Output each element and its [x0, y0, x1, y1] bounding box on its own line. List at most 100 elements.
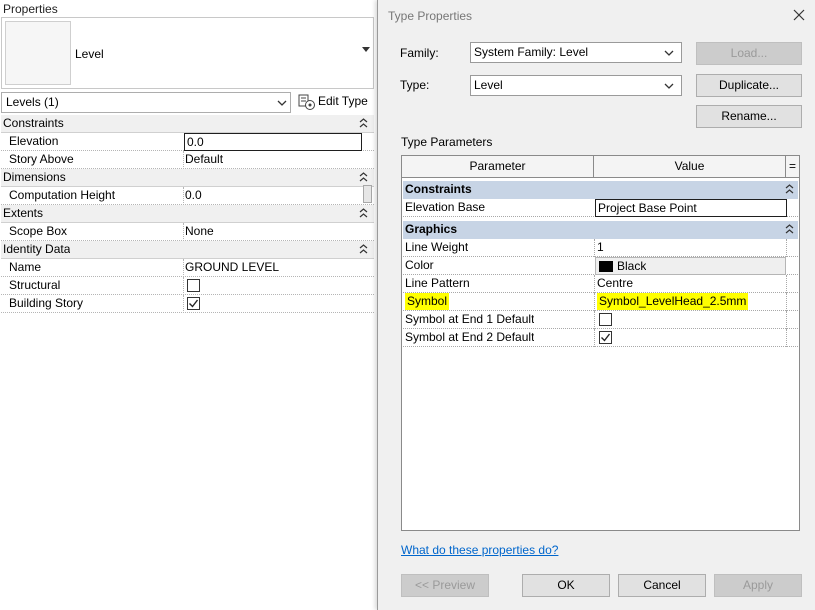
- collapse-icon[interactable]: [785, 223, 794, 235]
- parameter-value-highlighted: Symbol_LevelHead_2.5mm: [597, 293, 749, 310]
- grid-row-symbol[interactable]: Symbol Symbol_LevelHead_2.5mm: [403, 293, 798, 311]
- cancel-button[interactable]: Cancel: [618, 574, 706, 597]
- instance-filter-dropdown[interactable]: Levels (1): [1, 92, 291, 113]
- collapse-icon[interactable]: [359, 207, 368, 219]
- collapse-icon[interactable]: [359, 243, 368, 255]
- elevation-value: 0.0: [187, 135, 204, 149]
- grid-group-graphics[interactable]: Graphics: [403, 221, 798, 239]
- grid-header: Parameter Value =: [402, 156, 799, 178]
- column-divider: [786, 293, 787, 311]
- collapse-icon[interactable]: [359, 117, 368, 129]
- property-row-story-above[interactable]: Story Above Default: [1, 151, 374, 169]
- property-name: Computation Height: [9, 188, 116, 202]
- color-picker-button[interactable]: Black: [595, 257, 786, 275]
- parameter-name: Color: [405, 258, 434, 272]
- column-divider: [183, 187, 184, 205]
- group-label: Constraints: [3, 116, 64, 130]
- group-extents[interactable]: Extents: [1, 205, 374, 223]
- checkmark-icon: [189, 299, 199, 308]
- group-constraints[interactable]: Constraints: [1, 115, 374, 133]
- collapse-icon[interactable]: [359, 171, 368, 183]
- parameter-value: Project Base Point: [598, 201, 697, 215]
- group-label: Constraints: [405, 182, 472, 196]
- column-header-value[interactable]: Value: [594, 156, 786, 177]
- property-row-scope-box[interactable]: Scope Box None: [1, 223, 374, 241]
- duplicate-button[interactable]: Duplicate...: [696, 74, 802, 97]
- column-divider: [594, 311, 595, 329]
- parameter-name-highlighted: Symbol: [405, 293, 450, 310]
- type-parameters-grid: Parameter Value = Constraints Elevation …: [401, 155, 800, 531]
- type-dropdown[interactable]: Level: [470, 75, 682, 96]
- building-story-checkbox[interactable]: [187, 297, 200, 310]
- close-icon[interactable]: [792, 8, 806, 22]
- column-header-parameter[interactable]: Parameter: [402, 156, 594, 177]
- property-value: 0.0: [185, 188, 202, 202]
- column-divider: [594, 239, 595, 257]
- help-link[interactable]: What do these properties do?: [401, 543, 558, 557]
- structural-checkbox[interactable]: [187, 279, 200, 292]
- chevron-down-icon[interactable]: [276, 97, 288, 109]
- chevron-down-icon: [664, 83, 674, 89]
- grid-row-line-weight[interactable]: Line Weight 1: [403, 239, 798, 257]
- group-label: Graphics: [405, 222, 458, 236]
- family-dropdown[interactable]: System Family: Level: [470, 42, 682, 63]
- dropdown-arrow-icon[interactable]: [362, 47, 370, 52]
- rename-button[interactable]: Rename...: [696, 105, 802, 128]
- type-selector[interactable]: Level: [1, 17, 374, 89]
- instance-filter-text: Levels (1): [6, 95, 59, 109]
- property-row-name[interactable]: Name GROUND LEVEL: [1, 259, 374, 277]
- symbol-end-2-checkbox[interactable]: [599, 331, 612, 344]
- group-dimensions[interactable]: Dimensions: [1, 169, 374, 187]
- grid-row-symbol-end-1[interactable]: Symbol at End 1 Default: [403, 311, 798, 329]
- parameter-value: Black: [617, 259, 647, 273]
- elevation-input[interactable]: 0.0: [184, 133, 362, 151]
- column-divider: [786, 329, 787, 347]
- column-header-equals[interactable]: =: [786, 156, 799, 177]
- apply-button[interactable]: Apply: [714, 574, 802, 597]
- dialog-title: Type Properties: [388, 9, 473, 23]
- property-row-computation-height[interactable]: Computation Height 0.0: [1, 187, 374, 205]
- properties-title: Properties: [3, 2, 58, 16]
- parameter-name: Symbol at End 1 Default: [405, 312, 535, 326]
- family-label: Family:: [400, 46, 439, 60]
- parameter-name: Symbol at End 2 Default: [405, 330, 535, 344]
- property-row-structural[interactable]: Structural: [1, 277, 374, 295]
- type-value: Level: [474, 78, 503, 92]
- property-name: Name: [9, 260, 42, 274]
- grid-row-symbol-end-2[interactable]: Symbol at End 2 Default: [403, 329, 798, 347]
- group-identity-data[interactable]: Identity Data: [1, 241, 374, 259]
- collapse-icon[interactable]: [785, 183, 794, 195]
- column-divider: [786, 275, 787, 293]
- preview-button[interactable]: << Preview: [401, 574, 489, 597]
- symbol-end-1-checkbox[interactable]: [599, 313, 612, 326]
- parameter-value: Centre: [597, 276, 634, 290]
- group-label: Identity Data: [3, 242, 71, 256]
- grid-row-elevation-base[interactable]: Elevation Base Project Base Point: [403, 199, 798, 217]
- grid-row-color[interactable]: Color Black: [403, 257, 798, 275]
- property-name: Elevation: [9, 134, 59, 148]
- color-swatch: [599, 261, 613, 272]
- property-name: Structural: [9, 278, 61, 292]
- edit-type-button[interactable]: Edit Type: [296, 91, 374, 113]
- parameter-name: Elevation Base: [405, 200, 486, 214]
- edit-type-icon: [298, 94, 315, 110]
- type-label: Type:: [400, 78, 430, 92]
- grid-group-constraints[interactable]: Constraints: [403, 181, 798, 199]
- ok-button[interactable]: OK: [522, 574, 610, 597]
- property-row-building-story[interactable]: Building Story: [1, 295, 374, 313]
- load-button[interactable]: Load...: [696, 42, 802, 65]
- scrollbar-thumb[interactable]: [363, 185, 372, 203]
- type-selector-name: Level: [75, 47, 104, 61]
- elevation-base-field[interactable]: Project Base Point: [595, 199, 787, 217]
- property-value: GROUND LEVEL: [185, 260, 280, 274]
- parameter-value: 1: [597, 240, 604, 254]
- type-properties-dialog: Type Properties Family: System Family: L…: [377, 0, 815, 610]
- property-name: Building Story: [9, 296, 84, 310]
- column-divider: [594, 275, 595, 293]
- property-name: Scope Box: [9, 224, 68, 238]
- column-divider: [594, 329, 595, 347]
- grid-row-line-pattern[interactable]: Line Pattern Centre: [403, 275, 798, 293]
- parameter-name: Line Weight: [405, 240, 469, 254]
- edit-type-label: Edit Type: [318, 94, 368, 108]
- property-row-elevation[interactable]: Elevation 0.0: [1, 133, 374, 151]
